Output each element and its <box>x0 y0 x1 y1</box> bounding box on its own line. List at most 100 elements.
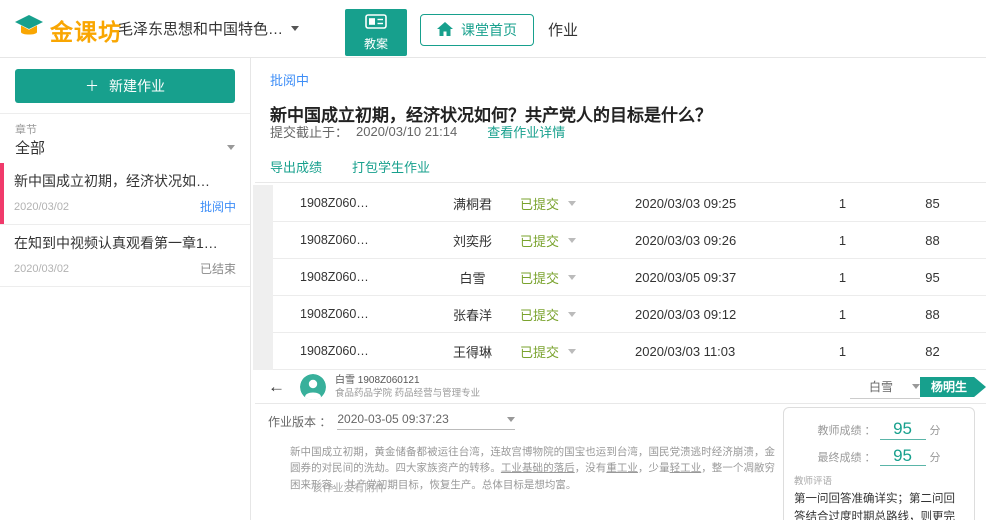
submission-time-cell: 2020/03/03 11:03 <box>635 344 800 359</box>
lesson-plan-button[interactable]: 教案 <box>345 9 407 56</box>
homework-version-label: 作业版本 ： <box>268 413 331 430</box>
detail-divider <box>255 403 986 404</box>
chapter-label: 章节 <box>15 121 37 137</box>
chevron-down-icon <box>227 145 235 150</box>
chapter-select-value: 全部 <box>15 137 45 158</box>
deadline-value: 2020/03/10 21:14 <box>356 124 457 139</box>
student-avatar <box>300 374 326 400</box>
course-title-dropdown[interactable]: 毛泽东思想和中国特色… <box>118 18 299 39</box>
submission-time-cell: 2020/03/03 09:25 <box>635 196 800 211</box>
final-score-label: 最终成绩 ： <box>817 449 875 465</box>
student-name-cell: 王得琳 <box>425 342 520 361</box>
homework-version-value: 2020-03-05 09:37:23 <box>337 412 448 426</box>
submission-status-cell[interactable]: 已提交 <box>520 194 635 213</box>
homework-item-title: 在知到中视频认真观看第一章1… <box>14 233 236 253</box>
document-icon <box>365 14 387 32</box>
home-icon <box>437 22 453 39</box>
chevron-down-icon <box>568 275 576 280</box>
sidebar: ＋ 新建作业 章节 全部 新中国成立初期，经济状况如… 2020/03/02 批… <box>0 58 251 520</box>
plus-icon: ＋ <box>85 76 99 96</box>
score-cell: 88 <box>885 233 980 248</box>
student-id-cell: 1908Z060… <box>300 344 425 358</box>
classroom-home-button-label: 课堂首页 <box>461 20 517 40</box>
final-score-input[interactable]: 95 <box>880 447 926 467</box>
homework-item-date: 2020/03/02 <box>14 201 69 213</box>
homework-version-row: 作业版本 ： 2020-03-05 09:37:23 <box>268 412 515 430</box>
student-submission-table: 1908Z060… 满桐君 已提交 2020/03/03 09:25 1 85 … <box>273 185 986 370</box>
chevron-down-icon <box>912 384 920 389</box>
homework-item-status: 已结束 <box>200 260 236 277</box>
submission-status-cell[interactable]: 已提交 <box>520 268 635 287</box>
submission-time-cell: 2020/03/05 09:37 <box>635 270 800 285</box>
homework-item-date: 2020/03/02 <box>14 263 69 275</box>
chevron-down-icon <box>568 238 576 243</box>
graduation-cap-icon <box>14 14 44 46</box>
submission-count-cell: 1 <box>800 196 885 211</box>
sidebar-divider <box>0 113 250 114</box>
deadline-row: 提交截止于： 2020/03/10 21:14 查看作业详情 <box>270 122 565 141</box>
submission-time-cell: 2020/03/03 09:12 <box>635 307 800 322</box>
homework-status-badge: 批阅中 <box>270 70 309 89</box>
homework-list: 新中国成立初期，经济状况如… 2020/03/02 批阅中 在知到中视频认真观看… <box>0 163 250 287</box>
score-cell: 82 <box>885 344 980 359</box>
tab-homework[interactable]: 作业 <box>548 19 578 40</box>
chevron-down-icon <box>568 349 576 354</box>
app-window: 金课坊 毛泽东思想和中国特色… 教案 课堂首页 作业 <box>0 0 986 520</box>
submission-count-cell: 1 <box>800 344 885 359</box>
table-row[interactable]: 1908Z060… 王得琳 已提交 2020/03/03 11:03 1 82 <box>273 333 986 370</box>
teacher-score-row: 教师成绩 ： 95 分 <box>794 420 964 440</box>
view-homework-detail-link[interactable]: 查看作业详情 <box>487 122 565 141</box>
package-student-homework-link[interactable]: 打包学生作业 <box>352 157 430 176</box>
student-name-cell: 满桐君 <box>425 194 520 213</box>
teacher-badge: 杨明生 <box>920 377 986 397</box>
homework-item-meta: 2020/03/02 已结束 <box>14 260 236 277</box>
deadline-label: 提交截止于： <box>270 122 348 141</box>
chevron-down-icon <box>568 201 576 206</box>
logo-text: 金课坊 <box>50 13 122 47</box>
table-row[interactable]: 1908Z060… 白雪 已提交 2020/03/05 09:37 1 95 <box>273 259 986 296</box>
table-row[interactable]: 1908Z060… 张春洋 已提交 2020/03/03 09:12 1 88 <box>273 296 986 333</box>
grade-card: 教师成绩 ： 95 分 最终成绩 ： 95 分 教师评语 第一问回答准确详实；第… <box>783 407 975 520</box>
homework-list-item[interactable]: 在知到中视频认真观看第一章1… 2020/03/02 已结束 <box>0 225 250 287</box>
chevron-down-icon <box>291 26 299 31</box>
submission-status-cell[interactable]: 已提交 <box>520 342 635 361</box>
score-cell: 85 <box>885 196 980 211</box>
student-id-cell: 1908Z060… <box>300 233 425 247</box>
homework-item-meta: 2020/03/02 批阅中 <box>14 198 236 215</box>
table-row[interactable]: 1908Z060… 刘奕彤 已提交 2020/03/03 09:26 1 88 <box>273 222 986 259</box>
submission-count-cell: 1 <box>800 307 885 322</box>
main-divider <box>255 182 986 183</box>
student-id-cell: 1908Z060… <box>300 196 425 210</box>
table-row[interactable]: 1908Z060… 满桐君 已提交 2020/03/03 09:25 1 85 <box>273 185 986 222</box>
student-name-cell: 张春洋 <box>425 305 520 324</box>
submission-count-cell: 1 <box>800 233 885 248</box>
student-id-cell: 1908Z060… <box>300 270 425 284</box>
classroom-home-button[interactable]: 课堂首页 <box>420 14 534 46</box>
score-cell: 95 <box>885 270 980 285</box>
back-button[interactable]: ← <box>268 377 285 397</box>
submission-status-cell[interactable]: 已提交 <box>520 231 635 250</box>
submission-count-cell: 1 <box>800 270 885 285</box>
table-scrollbar[interactable] <box>253 185 273 370</box>
student-department: 食品药品学院 药品经营与管理专业 <box>335 388 480 401</box>
score-unit: 分 <box>930 422 941 438</box>
chevron-down-icon <box>507 417 515 422</box>
submission-status-cell[interactable]: 已提交 <box>520 305 635 324</box>
top-bar: 金课坊 毛泽东思想和中国特色… 教案 课堂首页 作业 <box>0 0 986 58</box>
homework-version-select[interactable]: 2020-03-05 09:37:23 <box>337 412 515 430</box>
new-homework-button[interactable]: ＋ 新建作业 <box>15 69 235 103</box>
student-id-cell: 1908Z060… <box>300 307 425 321</box>
export-scores-link[interactable]: 导出成绩 <box>270 157 322 176</box>
lesson-plan-button-label: 教案 <box>364 35 388 52</box>
teacher-score-input[interactable]: 95 <box>880 420 926 440</box>
teacher-comment-text: 第一问回答准确详实；第二问回答结合过度时期总路线，则更完备。 <box>794 491 964 520</box>
teacher-comment-label: 教师评语 <box>794 473 964 487</box>
student-select[interactable]: 白雪 <box>850 378 920 399</box>
student-select-value: 白雪 <box>850 378 912 395</box>
student-name-cell: 白雪 <box>425 268 520 287</box>
brand-logo: 金课坊 <box>14 13 122 47</box>
chapter-select[interactable]: 全部 <box>15 137 235 165</box>
homework-list-item[interactable]: 新中国成立初期，经济状况如… 2020/03/02 批阅中 <box>0 163 250 225</box>
actions-row: 导出成绩 打包学生作业 <box>270 157 430 176</box>
chevron-down-icon <box>568 312 576 317</box>
